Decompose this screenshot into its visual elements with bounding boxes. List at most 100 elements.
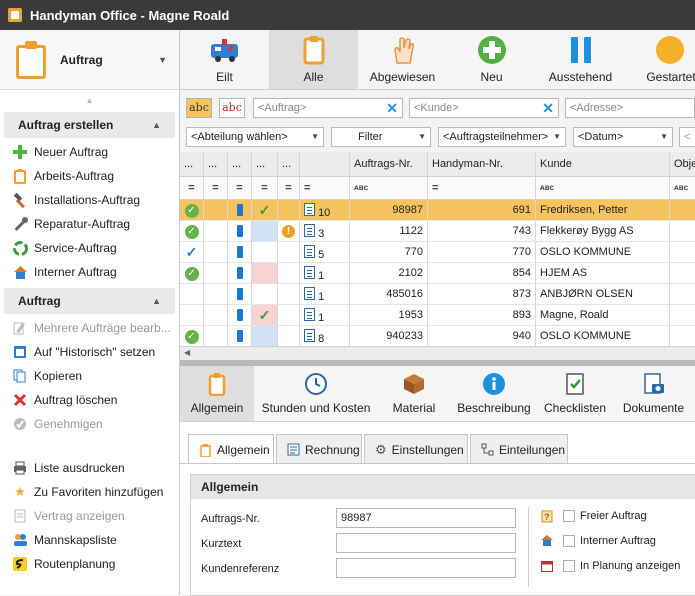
- count-value: 1: [318, 312, 325, 324]
- nav-item-genehmigen[interactable]: Genehmigen: [0, 412, 179, 436]
- count-value: 1: [318, 291, 325, 303]
- collapse-icon[interactable]: ▲: [152, 120, 161, 130]
- abc-filter-toggle-red[interactable]: abc: [219, 98, 245, 118]
- col-objekt[interactable]: Obje: [670, 152, 695, 176]
- filter-select[interactable]: Filter ▼: [331, 127, 431, 147]
- clear-icon[interactable]: ✕: [542, 99, 554, 117]
- filter-op-abc[interactable]: ᴀʙᴄ: [536, 177, 670, 199]
- nav-item-mehrere-auftraege[interactable]: Mehrere Aufträge bearb...: [0, 316, 179, 340]
- subtab-einstellungen[interactable]: ⚙ Einstellungen: [364, 434, 468, 464]
- clipboard-icon: [12, 168, 28, 184]
- kunde-cell: Flekkerøy Bygg AS: [536, 221, 670, 241]
- scroll-up-button[interactable]: ▲: [0, 90, 179, 110]
- table-row[interactable]: ✓ 5 770 770 OSLO KOMMUNE: [180, 242, 695, 263]
- tab-dokumente[interactable]: Dokumente: [612, 366, 695, 421]
- toolbar-neu-button[interactable]: Neu: [447, 30, 536, 89]
- filter-op[interactable]: =: [428, 177, 536, 199]
- kundenreferenz-field[interactable]: [336, 558, 516, 578]
- col-kunde[interactable]: Kunde: [536, 152, 670, 176]
- teilnehmer-select[interactable]: <Auftragsteilnehmer> ▼: [438, 127, 566, 147]
- nav-item-historisch[interactable]: Auf "Historisch" setzen: [0, 340, 179, 364]
- filter-op[interactable]: =: [300, 177, 350, 199]
- filter-op-abc[interactable]: ᴀʙᴄ: [670, 177, 695, 199]
- status-check-icon: ✓: [180, 326, 204, 346]
- chevron-down-icon: ▼: [158, 54, 167, 65]
- nav-item-interner-auftrag[interactable]: Interner Auftrag: [0, 260, 179, 284]
- filter-op[interactable]: =: [252, 177, 278, 199]
- nav-item-arbeits-auftrag[interactable]: Arbeits-Auftrag: [0, 164, 179, 188]
- subtab-rechnung[interactable]: Rechnung: [276, 434, 362, 464]
- check-cell: [252, 242, 278, 262]
- table-row[interactable]: ✓ 1 2102 854 HJEM AS: [180, 263, 695, 284]
- subtab-allgemein[interactable]: Allgemein: [188, 434, 274, 465]
- auftrags-nr-cell: 485016: [350, 284, 428, 304]
- nav-item-mannskapsliste[interactable]: Mannskapsliste: [0, 528, 179, 552]
- window-title: Handyman Office - Magne Roald: [30, 7, 230, 23]
- filter-op[interactable]: =: [278, 177, 300, 199]
- kunde-cell: OSLO KOMMUNE: [536, 326, 670, 346]
- table-row[interactable]: 1 485016 873 ANBJØRN OLSEN: [180, 284, 695, 305]
- clipboard-icon: [16, 40, 46, 79]
- nav-item-reparatur-auftrag[interactable]: Reparatur-Auftrag: [0, 212, 179, 236]
- toolbar-abgewiesen-button[interactable]: Abgewiesen: [358, 30, 447, 89]
- abc-filter-toggle[interactable]: abc: [186, 98, 212, 118]
- adresse-filter-input[interactable]: <Adresse>: [565, 98, 695, 118]
- col-handyman-nr[interactable]: Handyman-Nr.: [428, 152, 536, 176]
- col-check[interactable]: ...: [252, 152, 278, 176]
- horizontal-scrollbar[interactable]: ◀: [180, 346, 695, 360]
- tab-checklisten[interactable]: Checklisten: [538, 366, 612, 421]
- col-info[interactable]: ...: [204, 152, 228, 176]
- nav-item-kopieren[interactable]: Kopieren: [0, 364, 179, 388]
- more-select[interactable]: <: [679, 127, 695, 147]
- col-status[interactable]: ...: [180, 152, 204, 176]
- sub-tabs: Allgemein Rechnung ⚙ Einstellungen Einte…: [180, 422, 695, 465]
- nav-item-vertrag-anzeigen[interactable]: Vertrag anzeigen: [0, 504, 179, 528]
- table-row[interactable]: ✓ 1 1953 893 Magne, Roald: [180, 305, 695, 326]
- subtab-einteilungen[interactable]: Einteilungen: [470, 434, 568, 464]
- auftrag-filter-input[interactable]: <Auftrag> ✕: [253, 98, 403, 118]
- filter-op[interactable]: =: [228, 177, 252, 199]
- table-row[interactable]: ✓ ✓ 10 98987 691 Fredriksen, Petter: [180, 200, 695, 221]
- freier-auftrag-checkbox[interactable]: [563, 510, 575, 522]
- col-phone[interactable]: ...: [228, 152, 252, 176]
- nav-item-installations-auftrag[interactable]: Installations-Auftrag: [0, 188, 179, 212]
- toolbar-eilt-button[interactable]: Eilt: [180, 30, 269, 89]
- tab-material[interactable]: Material: [378, 366, 450, 421]
- filter-op-abc[interactable]: ᴀʙᴄ: [350, 177, 428, 199]
- table-row[interactable]: ✓ ! 3 1122 743 Flekkerøy Bygg AS: [180, 221, 695, 242]
- toolbar-alle-button[interactable]: Alle: [269, 30, 358, 89]
- filter-op[interactable]: =: [180, 177, 204, 199]
- tab-beschreibung[interactable]: Beschreibung: [450, 366, 538, 421]
- nav-item-routenplanung[interactable]: Routenplanung: [0, 552, 179, 576]
- kurztext-field[interactable]: [336, 533, 516, 553]
- datum-select[interactable]: <Datum> ▼: [573, 127, 673, 147]
- nav-item-liste-ausdrucken[interactable]: Liste ausdrucken: [0, 456, 179, 480]
- nav-item-neuer-auftrag[interactable]: Neuer Auftrag: [0, 140, 179, 164]
- tab-stunden-und-kosten[interactable]: Stunden und Kosten: [254, 366, 378, 421]
- interner-auftrag-checkbox[interactable]: [563, 535, 575, 547]
- col-count[interactable]: [300, 152, 350, 176]
- nav-item-auftrag-loeschen[interactable]: Auftrag löschen: [0, 388, 179, 412]
- orders-grid[interactable]: ... ... ... ... ... Auftrags-Nr. Handyma…: [180, 152, 695, 360]
- clear-icon[interactable]: ✕: [386, 99, 398, 117]
- nav-item-favoriten[interactable]: ★ Zu Favoriten hinzufügen: [0, 480, 179, 504]
- toolbar-ausstehend-button[interactable]: Ausstehend: [536, 30, 625, 89]
- col-warn[interactable]: ...: [278, 152, 300, 176]
- section-header-auftrag-erstellen[interactable]: Auftrag erstellen ▲: [4, 112, 175, 138]
- section-header-auftrag[interactable]: Auftrag ▲: [4, 288, 175, 314]
- scroll-left-icon[interactable]: ◀: [184, 348, 190, 357]
- tab-allgemein[interactable]: Allgemein: [180, 366, 254, 421]
- abteilung-select[interactable]: <Abteilung wählen> ▼: [186, 127, 324, 147]
- auftrags-nr-cell: 770: [350, 242, 428, 262]
- toolbar-gestartet-button[interactable]: Gestartet: [625, 30, 695, 89]
- auftrags-nr-field[interactable]: 98987: [336, 508, 516, 528]
- col-auftrags-nr[interactable]: Auftrags-Nr.: [350, 152, 428, 176]
- in-planung-checkbox[interactable]: [563, 560, 575, 572]
- table-row[interactable]: ✓ 8 940233 940 OSLO KOMMUNE: [180, 326, 695, 347]
- filter-op[interactable]: =: [204, 177, 228, 199]
- kunde-filter-input[interactable]: <Kunde> ✕: [409, 98, 559, 118]
- collapse-icon[interactable]: ▲: [152, 296, 161, 306]
- module-selector[interactable]: Auftrag ▼: [0, 30, 179, 90]
- double-check-icon: ✓: [180, 242, 204, 262]
- nav-item-service-auftrag[interactable]: Service-Auftrag: [0, 236, 179, 260]
